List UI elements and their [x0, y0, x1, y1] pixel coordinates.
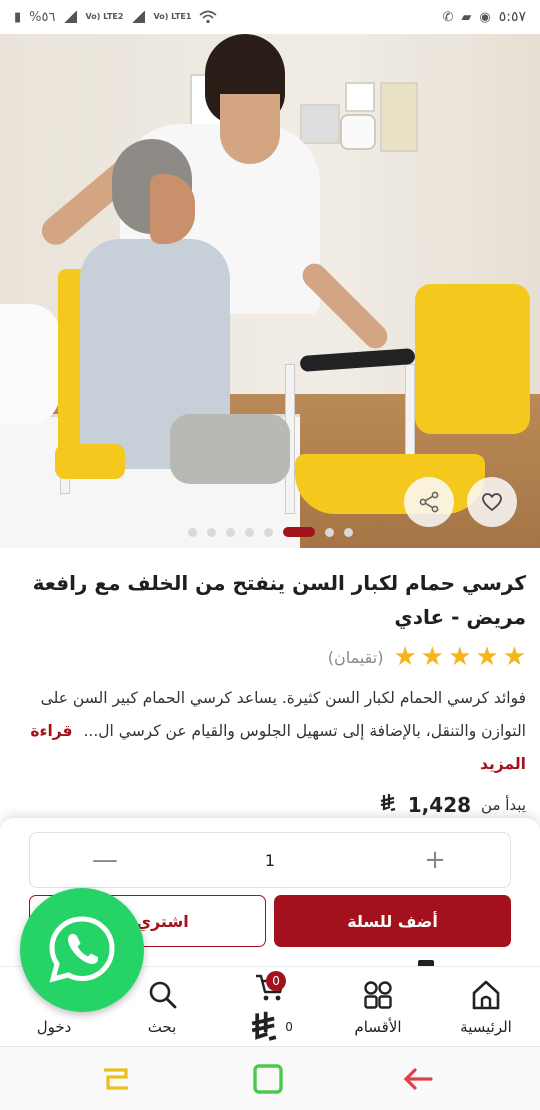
riyal-icon — [251, 1011, 277, 1041]
pillow — [0, 304, 60, 424]
carousel-indicator[interactable] — [0, 518, 540, 546]
status-bar: ▮ %٥٦ Vo) LTE2 Vo) LTE1 ✆ ▰ ◉ ٥:٥٧ — [0, 0, 540, 34]
star-icon: ★ — [393, 642, 417, 672]
signal-icon-2 — [131, 11, 146, 23]
lte-indicator-2: Vo) LTE1 — [153, 12, 192, 21]
wifi-icon — [199, 9, 217, 25]
chair-seat-front — [295, 454, 485, 514]
carousel-dot[interactable] — [343, 527, 353, 537]
whatsapp-icon — [49, 916, 115, 983]
star-icon: ★ — [502, 642, 526, 672]
carousel-dot-active[interactable] — [282, 527, 315, 537]
star-icon: ★ — [448, 642, 472, 672]
product-description: فوائد كرسي الحمام لكبار السن كثيرة. يساع… — [14, 682, 526, 781]
rating-count[interactable]: (تقيمان) — [328, 648, 384, 667]
heart-icon — [482, 493, 502, 512]
price-value: 1,428 — [407, 793, 472, 817]
nav-search-label: بحث — [147, 1017, 177, 1036]
decrease-quantity-button[interactable]: — — [90, 845, 120, 875]
product-image[interactable] — [0, 34, 540, 548]
lte-indicator: Vo) LTE2 — [85, 12, 124, 21]
folder-icon: ▰ — [461, 9, 472, 25]
nav-categories-label: الأقسام — [354, 1017, 402, 1036]
status-bar-right: ✆ ▰ ◉ ٥:٥٧ — [442, 9, 526, 25]
system-navigation-bar — [0, 1046, 540, 1110]
battery-level: %٥٦ — [29, 9, 56, 25]
cart-badge: 0 — [266, 971, 286, 991]
star-icon: ★ — [420, 642, 445, 672]
increase-quantity-button[interactable]: + — [420, 845, 450, 875]
quantity-stepper: — 1 + — [29, 832, 511, 888]
missed-call-icon: ✆ — [442, 9, 454, 25]
product-title: كرسي حمام لكبار السن ينفتح من الخلف مع ر… — [32, 571, 526, 629]
rating-row[interactable]: ★ ★ ★ ★ ★ (تقيمان) — [14, 642, 526, 672]
recent-apps-button[interactable] — [98, 1063, 134, 1095]
wall-decor — [340, 114, 376, 150]
status-bar-left: ▮ %٥٦ Vo) LTE2 Vo) LTE1 — [14, 9, 217, 25]
battery-icon: ▮ — [14, 9, 22, 25]
add-to-cart-label: أضف للسلة — [347, 911, 438, 931]
nav-categories[interactable]: الأقسام — [324, 967, 432, 1046]
add-to-cart-button[interactable]: أضف للسلة — [274, 895, 511, 947]
quantity-value[interactable]: 1 — [265, 851, 275, 870]
recents-icon — [104, 1068, 128, 1090]
star-icon: ★ — [475, 642, 499, 672]
system-home-button[interactable] — [250, 1063, 286, 1095]
chair-backrest — [415, 284, 530, 434]
product-info: كرسي حمام لكبار السن ينفتح من الخلف مع ر… — [0, 548, 540, 821]
back-arrow-icon — [403, 1068, 433, 1090]
riyal-icon — [378, 793, 398, 818]
whatsapp-status-icon: ◉ — [479, 9, 491, 25]
cart-total: 0 — [247, 1010, 293, 1044]
picture-frame — [380, 82, 418, 152]
nav-home[interactable]: الرئيسية — [432, 967, 540, 1046]
signal-icon — [63, 11, 78, 23]
elderly-legs — [170, 414, 290, 484]
grid-icon — [364, 980, 392, 1009]
nav-cart[interactable]: 0 0 — [216, 967, 324, 1046]
nav-home-label: الرئيسية — [460, 1017, 512, 1036]
clock: ٥:٥٧ — [498, 9, 526, 25]
picture-frame — [345, 82, 375, 112]
price-row: يبدأ من 1,428 — [14, 789, 526, 821]
cart-total-value: 0 — [285, 1019, 293, 1034]
product-page: ▮ %٥٦ Vo) LTE2 Vo) LTE1 ✆ ▰ ◉ ٥:٥٧ كرسي … — [0, 0, 540, 1110]
carousel-dot[interactable] — [225, 527, 235, 537]
whatsapp-button[interactable] — [20, 888, 144, 1012]
picture-frame — [300, 104, 340, 144]
carousel-dot[interactable] — [187, 527, 197, 537]
buy-now-label: اشتري — [136, 911, 189, 931]
home-icon — [472, 980, 500, 1009]
nav-login-label: دخول — [36, 1017, 72, 1036]
search-icon — [149, 981, 177, 1008]
carousel-dot[interactable] — [244, 527, 254, 537]
caregiver-face — [220, 94, 280, 164]
system-back-button[interactable] — [400, 1063, 436, 1095]
description-text: فوائد كرسي الحمام لكبار السن كثيرة. يساع… — [40, 689, 526, 740]
carousel-dot[interactable] — [324, 527, 334, 537]
starts-from-label: يبدأ من — [481, 796, 526, 814]
chair-seat — [55, 444, 125, 479]
share-icon — [419, 491, 439, 513]
carousel-dot[interactable] — [263, 527, 273, 537]
home-square-icon — [253, 1064, 283, 1094]
carousel-dot[interactable] — [206, 527, 216, 537]
